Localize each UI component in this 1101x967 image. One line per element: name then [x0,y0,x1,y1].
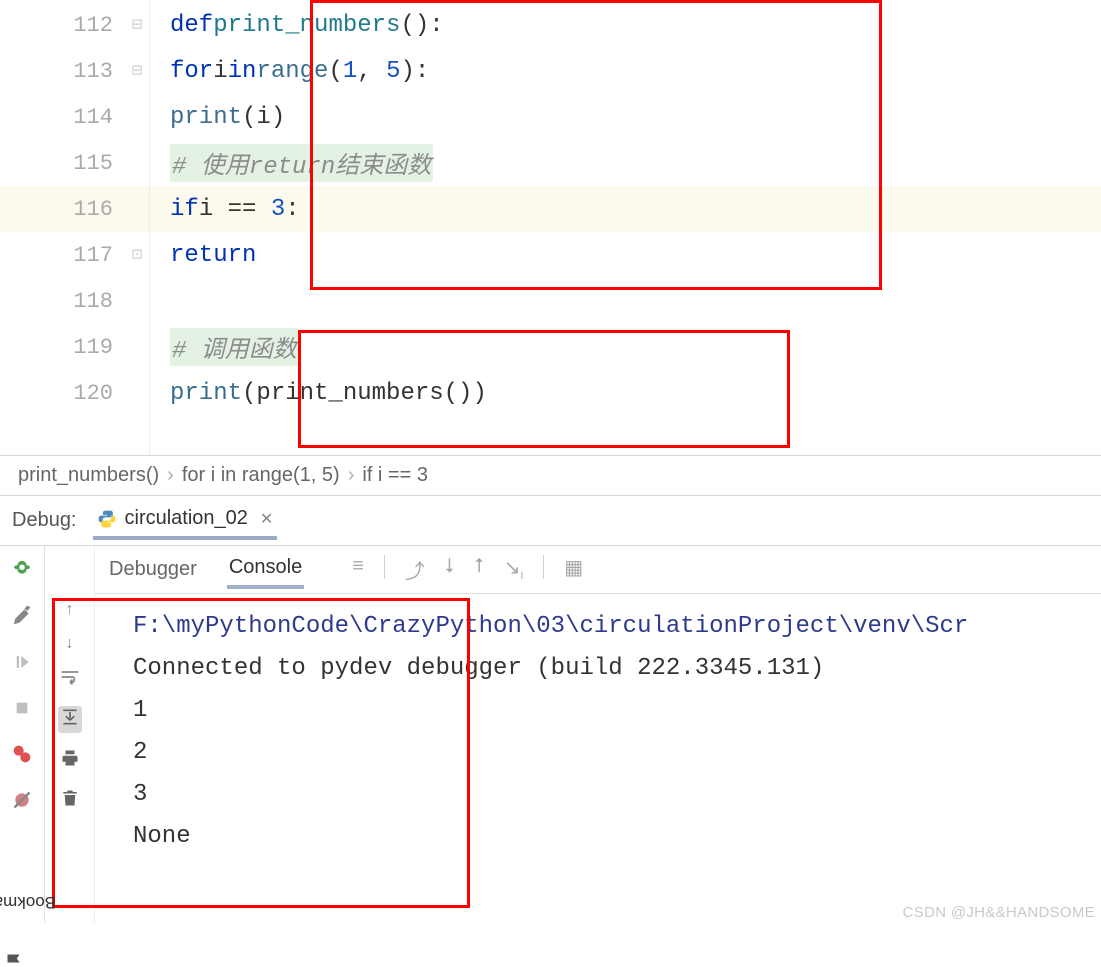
clear-all-button[interactable] [61,788,79,813]
debug-header: Debug: circulation_02 ✕ [0,496,1101,546]
fold-icon[interactable]: ⊟ [131,17,143,34]
tab-console[interactable]: Console [227,550,304,589]
breadcrumb-item[interactable]: print_numbers() [18,464,159,487]
console-path-line: F:\myPythonCode\CrazyPython\03\circulati… [133,606,1091,648]
debug-tab-label: circulation_02 [125,507,248,530]
close-icon[interactable]: ✕ [260,509,273,529]
code-editor[interactable]: 112⊟ 113⊟ 114 115 116 117⊡ 118 119 120 d… [0,0,1101,456]
code-line[interactable]: print(i) [150,94,1101,140]
modify-run-config-button[interactable] [8,602,36,630]
console-output-line: 3 [133,774,1091,816]
line-number: 120 [0,370,149,416]
code-line[interactable] [150,278,1101,324]
console-tabs: Debugger Console ≡ ⤴ ⭣ ⭡ ↘I ▦ [95,546,1101,594]
debug-panel: ↑ ↓ Debugger Console ≡ ⤴ ⭣ ⭡ ↘I [0,546,1101,923]
bookmarks-label: Bookmarks [0,892,57,912]
breadcrumb[interactable]: print_numbers() › for i in range(1, 5) ›… [0,456,1101,496]
step-into-icon[interactable]: ⭣ [445,555,454,584]
code-line[interactable]: print(print_numbers()) [150,370,1101,416]
tab-debugger[interactable]: Debugger [107,552,199,587]
console-output-line: 2 [133,732,1091,774]
scroll-down-button[interactable]: ↓ [66,635,74,653]
stop-button[interactable] [8,694,36,722]
line-gutter: 112⊟ 113⊟ 114 115 116 117⊡ 118 119 120 [0,0,150,455]
console-panel: Debugger Console ≡ ⤴ ⭣ ⭡ ↘I ▦ F:\myPytho… [95,546,1101,923]
line-number: 117⊡ [0,232,149,278]
code-line[interactable]: # 调用函数 [150,324,1101,370]
breadcrumb-item[interactable]: if i == 3 [362,464,428,487]
chevron-right-icon: › [348,464,355,487]
debug-run-tab[interactable]: circulation_02 ✕ [93,501,278,540]
line-number: 118 [0,278,149,324]
resume-button[interactable] [8,648,36,676]
bookmarks-sidebar-tab[interactable]: Bookmarks [0,723,28,923]
code-line[interactable]: def print_numbers(): [150,2,1101,48]
breadcrumb-item[interactable]: for i in range(1, 5) [182,464,340,487]
code-line[interactable]: for i in range(1, 5): [150,48,1101,94]
rerun-debug-button[interactable] [8,556,36,584]
separator [543,555,544,579]
console-output[interactable]: F:\myPythonCode\CrazyPython\03\circulati… [95,594,1101,923]
scroll-to-end-button[interactable] [58,706,82,733]
line-number: 115 [0,140,149,186]
bookmark-icon [6,951,22,967]
scroll-up-button[interactable]: ↑ [66,601,74,619]
run-to-cursor-icon[interactable]: ↘I [504,555,524,584]
code-line[interactable]: # 使用return结束函数 [150,140,1101,186]
fold-icon[interactable]: ⊟ [131,63,143,80]
watermark: CSDN @JH&&HANDSOME [903,904,1095,921]
line-number: 113⊟ [0,48,149,94]
print-button[interactable] [60,749,80,772]
code-content[interactable]: def print_numbers(): for i in range(1, 5… [150,0,1101,455]
console-side-toolbar: ↑ ↓ [45,546,95,923]
step-out-icon[interactable]: ⭡ [474,555,483,584]
console-output-line: None [133,816,1091,858]
toggle-tree-icon[interactable]: ≡ [352,555,364,584]
code-line[interactable]: return [150,232,1101,278]
chevron-right-icon: › [167,464,174,487]
line-number: 116 [0,186,149,232]
fold-end-icon[interactable]: ⊡ [131,247,143,264]
code-line-current[interactable]: if i == 3: [150,186,1101,232]
step-over-icon[interactable]: ⤴ [405,555,425,584]
soft-wrap-button[interactable] [60,669,80,690]
console-connected-line: Connected to pydev debugger (build 222.3… [133,648,1091,690]
line-number: 119 [0,324,149,370]
python-icon [97,509,117,529]
separator [384,555,385,579]
debug-label: Debug: [12,509,77,532]
line-number: 112⊟ [0,2,149,48]
evaluate-expression-icon[interactable]: ▦ [564,555,583,584]
console-output-line: 1 [133,690,1091,732]
line-number: 114 [0,94,149,140]
